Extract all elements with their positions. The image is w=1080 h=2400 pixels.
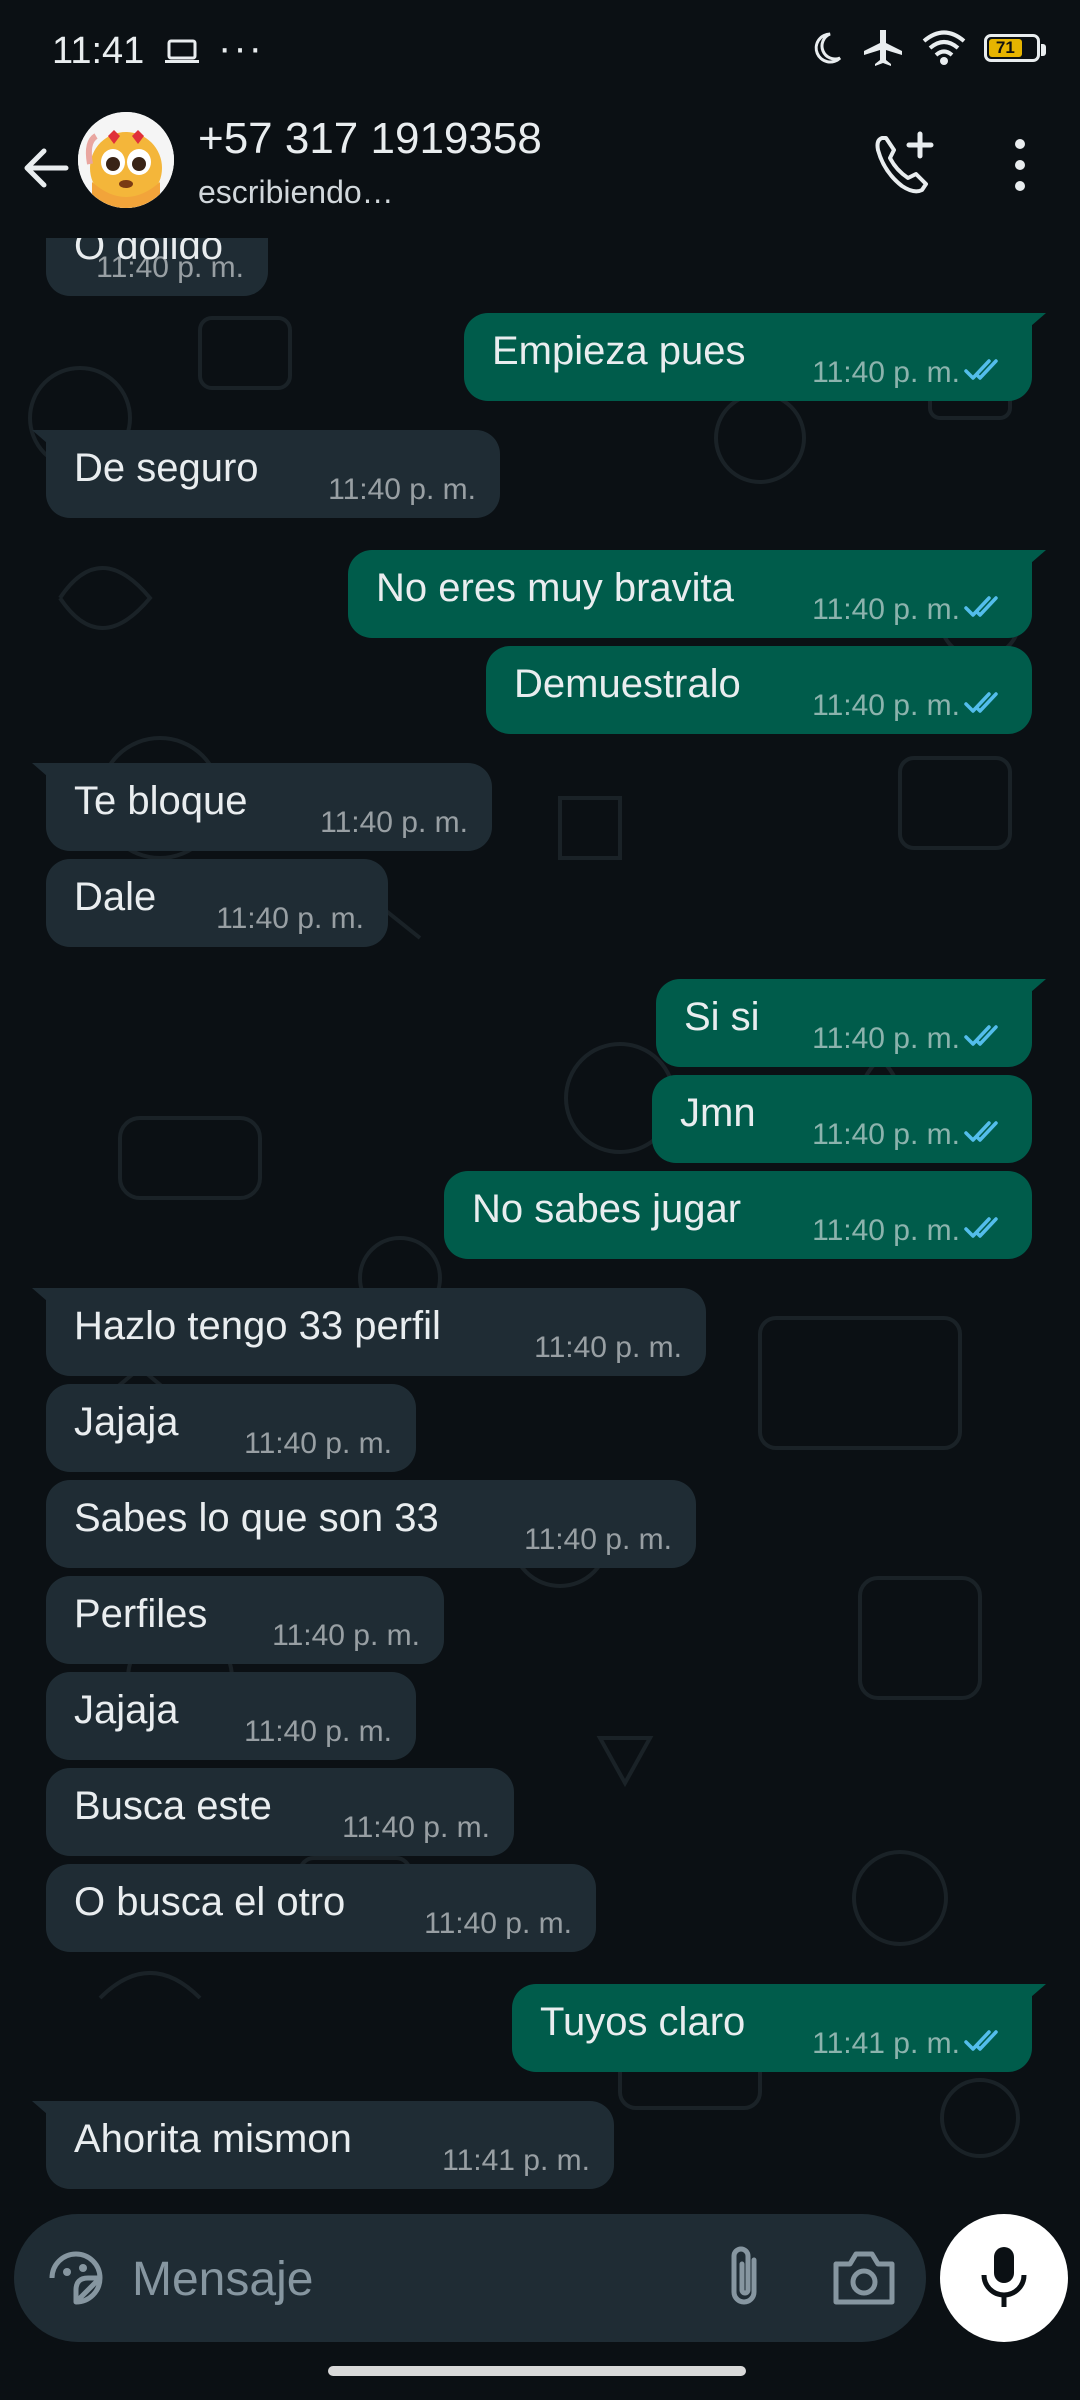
message-text: Jajaja [74, 1400, 179, 1444]
bubble-tail [32, 430, 62, 456]
battery-level: 71 [989, 38, 1022, 57]
battery-icon: 71 [984, 34, 1046, 62]
message-text: De seguro [74, 446, 259, 490]
home-indicator[interactable] [328, 2366, 746, 2376]
read-ticks-icon [964, 1121, 998, 1142]
bubble-tail [1016, 313, 1046, 339]
message-time: 11:41 p. m. [812, 2027, 960, 2060]
outgoing-message[interactable]: Tuyos claro 11:41 p. m. [512, 1984, 1046, 2072]
bubble-tail [1016, 550, 1046, 576]
outgoing-message[interactable]: Demuestralo 11:40 p. m. [486, 646, 1032, 734]
add-call-icon[interactable] [868, 128, 940, 200]
chat-header: +57 317 1919358 escribiendo… [0, 100, 1080, 238]
message-composer [14, 2214, 926, 2342]
wifi-icon [922, 30, 966, 65]
back-arrow-icon[interactable] [16, 138, 76, 198]
message-time: 11:40 p. m. [320, 806, 468, 839]
voice-record-button[interactable] [940, 2214, 1068, 2342]
message-text: Jajaja [74, 1688, 179, 1732]
message-time: 11:40 p. m. [216, 902, 364, 935]
incoming-message[interactable]: O busca el otro 11:40 p. m. [46, 1864, 596, 1952]
incoming-message[interactable]: Te bloque 11:40 p. m. [32, 763, 492, 851]
sticker-icon[interactable] [42, 2244, 110, 2312]
read-ticks-icon [964, 692, 998, 713]
message-text: Tuyos claro [540, 2000, 746, 2044]
airplane-icon [864, 30, 902, 66]
message-time: 11:40 p. m. [524, 1523, 672, 1556]
message-time: 11:41 p. m. [442, 2144, 590, 2177]
more-notifications-icon: ··· [218, 26, 264, 70]
message-text: Sabes lo que son 33 [74, 1496, 439, 1540]
incoming-message[interactable]: Jajaja 11:40 p. m. [46, 1672, 416, 1760]
message-time: 11:40 p. m. [812, 689, 960, 722]
incoming-message[interactable]: Ahorita mismon 11:41 p. m. [32, 2101, 614, 2189]
message-time: 11:40 p. m. [424, 1907, 572, 1940]
message-text: Dale [74, 875, 157, 919]
message-time: 11:40 p. m. [244, 1427, 392, 1460]
contact-name[interactable]: +57 317 1919358 [198, 114, 542, 164]
outgoing-message[interactable]: Empieza pues 11:40 p. m. [464, 313, 1046, 401]
incoming-message[interactable]: Sabes lo que son 33 11:40 p. m. [46, 1480, 696, 1568]
message-text: Perfiles [74, 1592, 208, 1636]
status-bar: 11:41 ··· 71 [0, 0, 1080, 100]
bubble-tail [32, 1288, 62, 1314]
attach-icon[interactable] [714, 2242, 778, 2314]
outgoing-message[interactable]: No eres muy bravita 11:40 p. m. [348, 550, 1046, 638]
message-text: Jmn [680, 1091, 756, 1135]
incoming-message[interactable]: Hazlo tengo 33 perfil 11:40 p. m. [32, 1288, 706, 1376]
typing-status: escribiendo… [198, 174, 394, 210]
message-time: 11:40 p. m. [328, 473, 476, 506]
message-time: 11:40 p. m. [272, 1619, 420, 1652]
bubble-tail [32, 2101, 62, 2127]
message-text: Si si [684, 995, 760, 1039]
message-time: 11:40 p. m. [342, 1811, 490, 1844]
read-ticks-icon [964, 1025, 998, 1046]
incoming-message[interactable]: O dolido 11:40 p. m. [46, 238, 268, 296]
read-ticks-icon [964, 359, 998, 380]
incoming-message[interactable]: Perfiles 11:40 p. m. [46, 1576, 444, 1664]
message-time: 11:40 p. m. [96, 251, 244, 284]
read-ticks-icon [964, 596, 998, 617]
message-text: No eres muy bravita [376, 566, 734, 610]
incoming-message[interactable]: Busca este 11:40 p. m. [46, 1768, 514, 1856]
camera-icon[interactable] [830, 2246, 898, 2310]
message-text: No sabes jugar [472, 1187, 742, 1231]
outgoing-message[interactable]: No sabes jugar 11:40 p. m. [444, 1171, 1032, 1259]
message-time: 11:40 p. m. [812, 593, 960, 626]
message-list[interactable]: O dolido 11:40 p. m. Empieza pues 11:40 p. … [0, 238, 1080, 2210]
message-text: O busca el otro [74, 1880, 346, 1924]
moon-icon [814, 32, 842, 64]
bubble-tail [32, 763, 62, 789]
avatar[interactable] [78, 112, 174, 208]
message-time: 11:40 p. m. [534, 1331, 682, 1364]
message-text: Demuestralo [514, 662, 741, 706]
laptop-icon [165, 39, 199, 63]
outgoing-message[interactable]: Jmn 11:40 p. m. [652, 1075, 1032, 1163]
message-time: 11:40 p. m. [812, 356, 960, 389]
message-text: Empieza pues [492, 329, 746, 373]
more-vert-icon[interactable] [1000, 130, 1040, 200]
status-time: 11:41 [52, 30, 145, 72]
incoming-message[interactable]: De seguro 11:40 p. m. [32, 430, 500, 518]
read-ticks-icon [964, 2030, 998, 2051]
message-time: 11:40 p. m. [812, 1022, 960, 1055]
message-text: Hazlo tengo 33 perfil [74, 1304, 441, 1348]
mic-icon [981, 2247, 1027, 2307]
incoming-message[interactable]: Dale 11:40 p. m. [46, 859, 388, 947]
read-ticks-icon [964, 1217, 998, 1238]
incoming-message[interactable]: Jajaja 11:40 p. m. [46, 1384, 416, 1472]
message-input[interactable] [130, 2238, 694, 2320]
bubble-tail [1016, 1984, 1046, 2010]
message-time: 11:40 p. m. [812, 1214, 960, 1247]
outgoing-message[interactable]: Si si 11:40 p. m. [656, 979, 1046, 1067]
bubble-tail [1016, 979, 1046, 1005]
message-text: Ahorita mismon [74, 2117, 352, 2161]
message-text: Te bloque [74, 779, 248, 823]
message-time: 11:40 p. m. [812, 1118, 960, 1151]
message-text: Busca este [74, 1784, 272, 1828]
message-time: 11:40 p. m. [244, 1715, 392, 1748]
